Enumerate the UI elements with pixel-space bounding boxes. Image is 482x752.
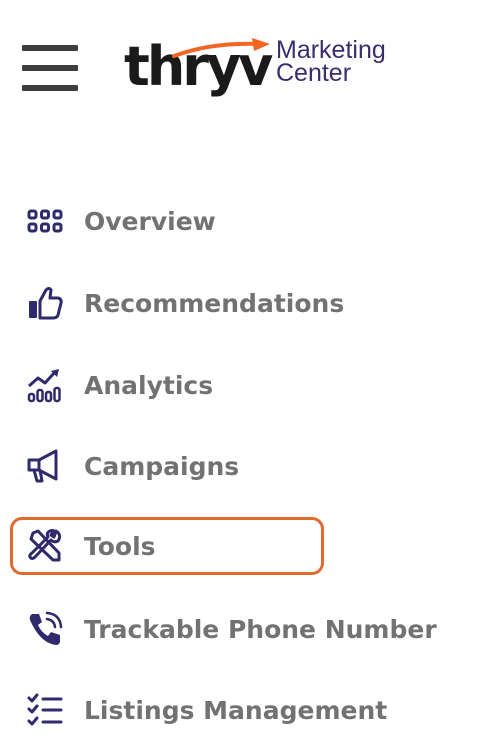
- analytics-chart-icon: [24, 364, 66, 406]
- thryv-logo[interactable]: thryv Marketing Center: [124, 36, 424, 108]
- checklist-icon: [24, 689, 66, 731]
- nav-item-recommendations[interactable]: Recommendations: [10, 274, 470, 332]
- thumbs-up-icon: [24, 282, 66, 324]
- logo-subtitle: Marketing Center: [276, 38, 386, 87]
- grid-dots-icon: [24, 200, 66, 242]
- nav-item-label: Analytics: [84, 370, 214, 400]
- nav-item-label: Tools: [84, 531, 156, 561]
- tools-icon: [24, 525, 66, 567]
- logo-subtitle-line2: Center: [276, 59, 352, 87]
- nav-item-trackable-phone-number[interactable]: Trackable Phone Number: [10, 600, 470, 658]
- phone-ring-icon: [24, 608, 66, 650]
- nav-item-tools[interactable]: Tools: [10, 517, 324, 575]
- nav-item-listings-management[interactable]: Listings Management: [10, 681, 470, 739]
- menu-bar-middle: [22, 65, 78, 71]
- nav-item-campaigns[interactable]: Campaigns: [10, 437, 470, 495]
- nav-item-label: Listings Management: [84, 695, 388, 725]
- logo-swoosh-icon: [172, 38, 270, 58]
- nav-item-overview[interactable]: Overview: [10, 192, 470, 250]
- megaphone-icon: [24, 445, 66, 487]
- nav-item-label: Recommendations: [84, 288, 345, 318]
- nav-item-label: Campaigns: [84, 451, 240, 481]
- nav-item-label: Trackable Phone Number: [84, 614, 437, 644]
- menu-bar-bottom: [22, 85, 78, 91]
- nav-item-label: Overview: [84, 206, 216, 236]
- nav-item-analytics[interactable]: Analytics: [10, 356, 470, 414]
- menu-bar-top: [22, 45, 78, 51]
- hamburger-menu-icon[interactable]: [22, 43, 80, 95]
